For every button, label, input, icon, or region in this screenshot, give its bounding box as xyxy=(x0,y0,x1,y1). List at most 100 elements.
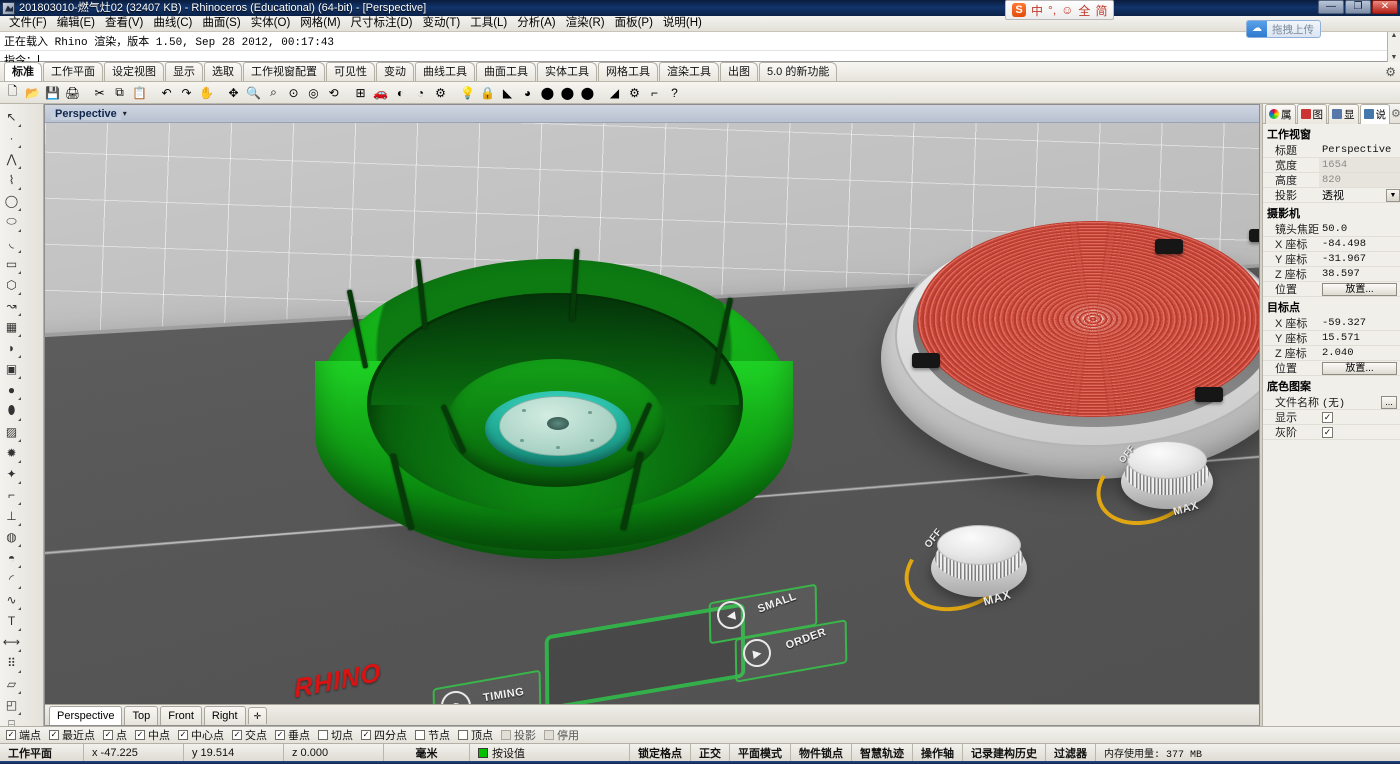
status-toggle-grid-snap[interactable]: 锁定格点 xyxy=(630,744,691,761)
minimize-button[interactable]: — xyxy=(1318,0,1344,14)
toolbar-tab-2[interactable]: 设定视图 xyxy=(104,62,164,81)
rectangle-icon[interactable]: ▭ xyxy=(1,253,22,274)
car-render-icon[interactable]: 🚗 xyxy=(371,83,390,102)
checkbox-icon[interactable]: ✓ xyxy=(275,730,285,740)
properties-row-value[interactable]: -84.498 xyxy=(1319,238,1400,250)
viewport-perspective[interactable]: Perspective ▾ xyxy=(44,104,1260,726)
dimension-linear-icon[interactable]: ⟷ xyxy=(1,631,22,652)
rotate-view-icon[interactable]: ⟲ xyxy=(324,83,343,102)
blue-sphere-icon[interactable]: ⬤ xyxy=(578,83,597,102)
osnap-toggle-12[interactable]: 停用 xyxy=(544,727,579,743)
polyline-icon[interactable]: ⋀ xyxy=(1,148,22,169)
render-mesh-icon[interactable]: ◰ xyxy=(1,694,22,715)
properties-checkbox[interactable]: ✓ xyxy=(1322,412,1333,423)
toolbar-tab-13[interactable]: 出图 xyxy=(720,62,758,81)
scroll-up-arrow[interactable]: ▲ xyxy=(1388,32,1400,40)
menu-item-2[interactable]: 查看(V) xyxy=(100,16,148,31)
menu-item-0[interactable]: 文件(F) xyxy=(4,16,52,31)
toolbar-tab-0[interactable]: 标准 xyxy=(4,62,42,81)
properties-place-button[interactable]: 放置... xyxy=(1322,283,1397,296)
properties-row-value[interactable]: 2.040 xyxy=(1319,347,1400,359)
toolbar-options-gear-icon[interactable]: ⚙ xyxy=(1385,65,1396,79)
explode-icon[interactable]: ✹ xyxy=(1,442,22,463)
paste-icon[interactable]: 📋 xyxy=(130,83,149,102)
sogou-ime-bar[interactable]: S 中 °, ☺ 全 简 xyxy=(1005,0,1114,20)
save-file-icon[interactable]: 💾 xyxy=(43,83,62,102)
menu-item-12[interactable]: 面板(P) xyxy=(610,16,658,31)
polygon-icon[interactable]: ⬡ xyxy=(1,274,22,295)
move-icon[interactable]: ✥ xyxy=(224,83,243,102)
burner-knob-front[interactable]: OFF MAX xyxy=(901,523,1031,615)
ime-emoji-icon[interactable]: ☺ xyxy=(1061,3,1073,17)
toolbar-tab-5[interactable]: 工作视窗配置 xyxy=(243,62,325,81)
zoom-in-icon[interactable]: 🔍 xyxy=(244,83,263,102)
checkbox-icon[interactable]: ✓ xyxy=(178,730,188,740)
properties-row-value[interactable]: -59.327 xyxy=(1319,317,1400,329)
undo-icon[interactable]: ↶ xyxy=(157,83,176,102)
print-icon[interactable]: 🖨 xyxy=(63,83,82,102)
toolbar-tab-14[interactable]: 5.0 的新功能 xyxy=(759,62,837,81)
toolbar-tab-9[interactable]: 曲面工具 xyxy=(476,62,536,81)
menu-item-3[interactable]: 曲线(C) xyxy=(148,16,197,31)
properties-row-value[interactable]: 15.571 xyxy=(1319,332,1400,344)
select-arrow-icon[interactable]: ↖ xyxy=(1,106,22,127)
menu-item-11[interactable]: 渲染(R) xyxy=(561,16,610,31)
osnap-toggle-7[interactable]: 切点 xyxy=(318,727,353,743)
properties-tab-layer-icon[interactable]: 图 xyxy=(1297,104,1328,124)
toolbar-tab-7[interactable]: 变动 xyxy=(376,62,414,81)
osnap-toggle-0[interactable]: ✓端点 xyxy=(6,727,41,743)
array-icon[interactable]: ⠿ xyxy=(1,652,22,673)
offset-icon[interactable]: ▱ xyxy=(1,673,22,694)
toolbar-tab-8[interactable]: 曲线工具 xyxy=(415,62,475,81)
osnap-toggle-6[interactable]: ✓垂点 xyxy=(275,727,310,743)
boolean-icon[interactable]: ✦ xyxy=(1,463,22,484)
boolean-union-icon[interactable]: ◍ xyxy=(1,526,22,547)
checkbox-icon[interactable] xyxy=(415,730,425,740)
status-toggle-planar[interactable]: 平面模式 xyxy=(730,744,791,761)
toolbar-tab-4[interactable]: 选取 xyxy=(204,62,242,81)
osnap-toggle-8[interactable]: ✓四分点 xyxy=(361,727,407,743)
environment-sphere-icon[interactable]: ⬤ xyxy=(558,83,577,102)
browse-file-button[interactable]: ... xyxy=(1381,396,1397,409)
arc-icon[interactable]: ◟ xyxy=(1,232,22,253)
gears-icon[interactable]: ⚙ xyxy=(625,83,644,102)
viewport-add-tab-button[interactable]: ✛ xyxy=(248,707,268,724)
burner-knob-back[interactable]: OFF MAX xyxy=(1093,441,1217,529)
viewport-title[interactable]: Perspective xyxy=(51,108,121,120)
viewport-tab-front[interactable]: Front xyxy=(160,706,202,725)
properties-place-button[interactable]: 放置... xyxy=(1322,362,1397,375)
control-point-curve-icon[interactable]: ⌇ xyxy=(1,169,22,190)
mesh-icon[interactable]: ▨ xyxy=(1,421,22,442)
menu-item-10[interactable]: 分析(A) xyxy=(512,16,560,31)
boolean-diff-icon[interactable]: ◓ xyxy=(1,547,22,568)
open-file-icon[interactable]: 📂 xyxy=(23,83,42,102)
light-bulb-icon[interactable]: 💡 xyxy=(458,83,477,102)
properties-combo[interactable]: 透视▼ xyxy=(1319,187,1400,203)
panel-options-gear-icon[interactable]: ⚙ xyxy=(1391,107,1400,120)
osnap-toggle-1[interactable]: ✓最近点 xyxy=(49,727,95,743)
status-toggle-ortho[interactable]: 正交 xyxy=(691,744,730,761)
zoom-selected-icon[interactable]: ◎ xyxy=(304,83,323,102)
flag-icon[interactable]: ◢ xyxy=(605,83,624,102)
new-file-icon[interactable]: 🗋 xyxy=(3,83,22,102)
cut-icon[interactable]: ✂ xyxy=(90,83,109,102)
material-sphere-icon[interactable]: ⬤ xyxy=(538,83,557,102)
osnap-toggle-11[interactable]: 投影 xyxy=(501,727,536,743)
trim-icon[interactable]: ⌐ xyxy=(1,484,22,505)
status-toggle-smarttrack[interactable]: 智慧轨迹 xyxy=(852,744,913,761)
green-burner-assembly[interactable] xyxy=(307,241,807,571)
checkbox-icon[interactable] xyxy=(501,730,511,740)
osnap-toggle-10[interactable]: 顶点 xyxy=(458,727,493,743)
checkbox-icon[interactable]: ✓ xyxy=(6,730,16,740)
toolbar-tab-3[interactable]: 显示 xyxy=(165,62,203,81)
redo-icon[interactable]: ↷ xyxy=(177,83,196,102)
osnap-toggle-2[interactable]: ✓点 xyxy=(103,727,127,743)
menu-item-6[interactable]: 网格(M) xyxy=(295,16,345,31)
fillet-icon[interactable]: ◜ xyxy=(1,568,22,589)
menu-item-9[interactable]: 工具(L) xyxy=(465,16,512,31)
checkbox-icon[interactable] xyxy=(544,730,554,740)
properties-row-value[interactable]: Perspective xyxy=(1319,144,1400,156)
menu-item-1[interactable]: 编辑(E) xyxy=(52,16,100,31)
properties-tab-color-wheel-icon[interactable]: 属 xyxy=(1265,104,1296,124)
viewport-menu-chevron-down-icon[interactable]: ▾ xyxy=(123,109,127,118)
